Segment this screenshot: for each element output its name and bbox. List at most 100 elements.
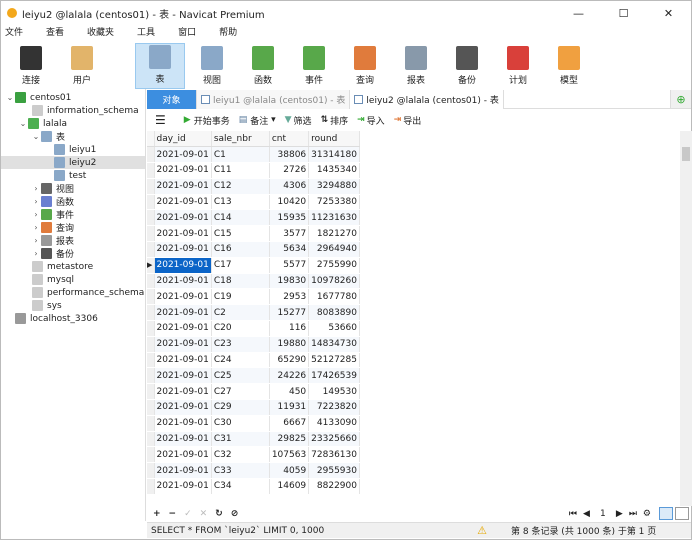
maximize-button[interactable]: ☐	[601, 1, 646, 25]
cell-day_id[interactable]: 2021-09-01	[154, 162, 212, 179]
cell-sale_nbr[interactable]: C14	[211, 209, 270, 227]
close-button[interactable]: ✕	[646, 1, 691, 25]
cell-day_id[interactable]: 2021-09-01	[154, 431, 212, 448]
toolbar-button[interactable]: 视图	[188, 43, 236, 89]
stop-button[interactable]: ⊘	[231, 509, 239, 519]
cell-sale_nbr[interactable]: C27	[211, 383, 270, 401]
cell-round[interactable]: 17426539	[308, 367, 360, 385]
sort-button[interactable]: ⇅ 排序	[321, 114, 349, 127]
table-row[interactable]: 2021-09-01 C15 3577 1821270	[147, 225, 360, 243]
add-record-button[interactable]: +	[153, 509, 161, 519]
tree-item[interactable]: › 视图	[1, 182, 145, 195]
delete-record-button[interactable]: −	[169, 509, 177, 519]
tree-item[interactable]: ⌄ 表	[1, 130, 145, 143]
tree-item[interactable]: mysql	[1, 273, 145, 286]
cell-cnt[interactable]: 24226	[269, 367, 310, 385]
cell-round[interactable]: 11231630	[308, 209, 360, 227]
prev-page-button[interactable]: ◀	[583, 509, 590, 519]
next-page-button[interactable]: ▶	[616, 509, 623, 519]
cell-round[interactable]: 1821270	[308, 225, 360, 243]
table-row[interactable]: 2021-09-01 C34 14609 8822900	[147, 478, 360, 495]
cell-cnt[interactable]: 29825	[269, 431, 310, 448]
cell-sale_nbr[interactable]: C32	[211, 446, 270, 464]
cell-round[interactable]: 14834730	[308, 336, 360, 353]
cell-day_id[interactable]: 2021-09-01	[154, 462, 212, 480]
cell-day_id[interactable]: 2021-09-01	[154, 194, 212, 211]
last-page-button[interactable]: ⏭	[629, 509, 637, 519]
cell-sale_nbr[interactable]: C18	[211, 273, 270, 290]
begin-transaction-button[interactable]: ▶ 开始事务	[184, 114, 230, 127]
cell-round[interactable]: 52127285	[308, 352, 360, 369]
tree-item[interactable]: › 函数	[1, 195, 145, 208]
new-tab-icon[interactable]: ⊕	[671, 90, 691, 108]
cell-sale_nbr[interactable]: C12	[211, 178, 270, 195]
cell-day_id[interactable]: 2021-09-01	[154, 225, 212, 243]
tree-item[interactable]: › 事件	[1, 208, 145, 221]
cell-cnt[interactable]: 4306	[269, 178, 310, 195]
expand-arrow-icon[interactable]: ⌄	[5, 93, 15, 102]
toolbar-button[interactable]: 表	[135, 43, 185, 89]
table-row[interactable]: 2021-09-01 C1 38806 31314180	[147, 146, 360, 164]
cell-round[interactable]: 7253380	[308, 194, 360, 211]
import-button[interactable]: ⇥ 导入	[357, 114, 385, 127]
toolbar-button[interactable]: 函数	[239, 43, 287, 89]
tree-item[interactable]: information_schema	[1, 104, 145, 117]
table-row[interactable]: 2021-09-01 C2 15277 8083890	[147, 304, 360, 322]
tree-item[interactable]: test	[1, 169, 145, 182]
cell-day_id[interactable]: 2021-09-01	[154, 146, 212, 164]
refresh-button[interactable]: ↻	[215, 509, 223, 519]
cell-sale_nbr[interactable]: C16	[211, 241, 270, 258]
expand-arrow-icon[interactable]: ›	[31, 223, 41, 232]
cell-cnt[interactable]: 107563	[269, 446, 310, 464]
cell-round[interactable]: 2955930	[308, 462, 360, 480]
cell-day_id[interactable]: 2021-09-01	[154, 383, 212, 401]
tree-item[interactable]: sys	[1, 299, 145, 312]
cell-round[interactable]: 3294880	[308, 178, 360, 195]
table-row[interactable]: 2021-09-01 C24 65290 52127285	[147, 352, 360, 369]
cell-cnt[interactable]: 6667	[269, 415, 310, 432]
cell-round[interactable]: 72836130	[308, 446, 360, 464]
toolbar-button[interactable]: 报表	[392, 43, 440, 89]
cell-cnt[interactable]: 2726	[269, 162, 310, 179]
cell-day_id[interactable]: 2021-09-01	[154, 478, 212, 495]
menu-icon[interactable]: ☰	[155, 113, 166, 127]
grid-view-button[interactable]	[659, 507, 673, 520]
toolbar-button[interactable]: 用户	[58, 43, 106, 89]
cell-round[interactable]: 53660	[308, 320, 360, 337]
expand-arrow-icon[interactable]: ›	[31, 184, 41, 193]
cell-sale_nbr[interactable]: C30	[211, 415, 270, 432]
cell-cnt[interactable]: 4059	[269, 462, 310, 480]
toolbar-button[interactable]: 连接	[7, 43, 55, 89]
menu-item[interactable]: 工具	[133, 25, 164, 41]
table-row[interactable]: 2021-09-01 C30 6667 4133090	[147, 415, 360, 432]
table-row[interactable]: 2021-09-01 C27 450 149530	[147, 383, 360, 401]
cell-round[interactable]: 7223820	[308, 399, 360, 416]
toolbar-button[interactable]: 查询	[341, 43, 389, 89]
cell-cnt[interactable]: 19830	[269, 273, 310, 290]
cell-round[interactable]: 31314180	[308, 146, 360, 164]
cell-cnt[interactable]: 65290	[269, 352, 310, 369]
tab-leiyu2[interactable]: leiyu2 @lalala (centos01) - 表	[350, 90, 504, 109]
settings-icon[interactable]: ⚙	[643, 509, 651, 519]
cell-cnt[interactable]: 10420	[269, 194, 310, 211]
cell-cnt[interactable]: 11931	[269, 399, 310, 416]
page-input[interactable]: 1	[593, 508, 612, 519]
cell-cnt[interactable]: 5634	[269, 241, 310, 258]
cell-sale_nbr[interactable]: C13	[211, 194, 270, 211]
toolbar-button[interactable]: 计划	[494, 43, 542, 89]
cell-cnt[interactable]: 15935	[269, 209, 310, 227]
tree-item[interactable]: leiyu1	[1, 143, 145, 156]
cell-round[interactable]: 2964940	[308, 241, 360, 258]
table-row[interactable]: 2021-09-01 C23 19880 14834730	[147, 336, 360, 353]
table-row[interactable]: 2021-09-01 C25 24226 17426539	[147, 367, 360, 385]
cell-sale_nbr[interactable]: C33	[211, 462, 270, 480]
cell-cnt[interactable]: 19880	[269, 336, 310, 353]
tree-item[interactable]: › 报表	[1, 234, 145, 247]
cell-sale_nbr[interactable]: C23	[211, 336, 270, 353]
filter-button[interactable]: ▼ 筛选	[285, 114, 312, 127]
cell-sale_nbr[interactable]: C20	[211, 320, 270, 337]
cell-day_id[interactable]: 2021-09-01	[154, 257, 212, 274]
cell-day_id[interactable]: 2021-09-01	[154, 320, 212, 337]
cell-day_id[interactable]: 2021-09-01	[154, 336, 212, 353]
table-row[interactable]: 2021-09-01 C20 116 53660	[147, 320, 360, 337]
